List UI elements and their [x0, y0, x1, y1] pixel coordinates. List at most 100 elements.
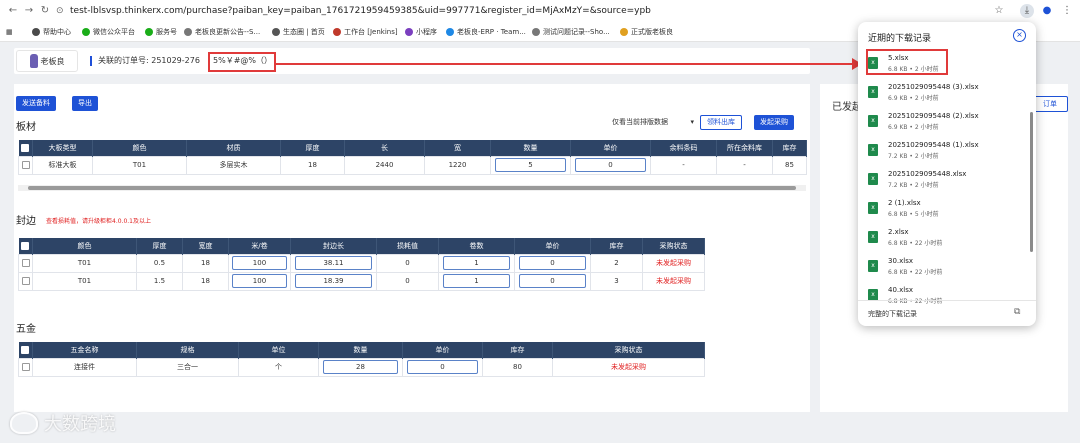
hardware-table: 五金名称 规格 单位 数量 单价 库存 采购状态 连接件 三合一 个 28 0 …: [18, 342, 705, 377]
send-material-button[interactable]: 发送备料: [16, 96, 56, 111]
open-external-icon[interactable]: ⧉: [1014, 307, 1020, 317]
downloads-scrollbar[interactable]: [1030, 112, 1033, 252]
order-header: 老板良 关联的订单号: 251029-276 5%￥#@%（）: [14, 48, 810, 74]
download-item[interactable]: x2 (1).xlsx 6.8 KB • 5 小时前: [868, 199, 1028, 223]
chevron-down-icon: ▾: [690, 118, 694, 126]
download-item[interactable]: x 20251029095448.xlsx 7.2 KB • 2 小时前: [868, 170, 1028, 194]
excel-file-icon: x: [868, 231, 878, 243]
download-item[interactable]: x 20251029095448 (1).xlsx 7.2 KB • 2 小时前: [868, 141, 1028, 165]
cell: T01: [32, 253, 137, 273]
horizontal-scrollbar[interactable]: [18, 185, 806, 191]
cell: -: [650, 155, 717, 175]
column-header: 大板类型: [32, 140, 93, 156]
bookmark-icon: [32, 28, 40, 36]
downloads-title: 近期的下载记录: [868, 34, 932, 44]
per-roll-input[interactable]: 100: [232, 256, 287, 270]
filter-select[interactable]: 仅看当前排版数据 ▾: [606, 115, 698, 130]
excel-file-icon: x: [868, 260, 878, 272]
bookmark-item[interactable]: 工作台 [Jenkins]: [333, 26, 398, 38]
price-input[interactable]: 0: [518, 256, 587, 270]
column-header: 所在余料库: [716, 140, 773, 156]
column-header: 厚度: [136, 238, 183, 254]
price-input[interactable]: 0: [406, 360, 479, 374]
bookmark-icon: [272, 28, 280, 36]
menu-icon[interactable]: ⋮: [1060, 4, 1074, 18]
quantity-input[interactable]: 28: [323, 360, 398, 374]
column-header: 数量: [318, 342, 403, 358]
site-info-icon[interactable]: ⊙: [56, 4, 68, 18]
bookmark-item[interactable]: 微信公众平台: [82, 26, 135, 38]
column-header: 米/卷: [228, 238, 291, 254]
download-icon[interactable]: ⤓: [1020, 4, 1034, 18]
highlight-box: [208, 52, 276, 72]
per-roll-input[interactable]: 100: [232, 274, 287, 288]
column-header: 五金名称: [32, 342, 137, 358]
column-header: 颜色: [32, 238, 137, 254]
cell: 80: [482, 357, 553, 377]
cell: -: [716, 155, 773, 175]
bookmark-item[interactable]: 测试问题记录--Sho...: [532, 26, 610, 38]
logo[interactable]: 老板良: [16, 50, 78, 72]
price-input[interactable]: 0: [518, 274, 587, 288]
row-checkbox[interactable]: [21, 259, 30, 267]
select-all-checkbox[interactable]: [21, 241, 30, 250]
scrollbar-thumb[interactable]: [28, 186, 796, 190]
rolls-input[interactable]: 1: [442, 274, 511, 288]
star-icon[interactable]: ☆: [992, 4, 1006, 18]
column-header: 封边长: [290, 238, 377, 254]
cell: T01: [32, 271, 137, 291]
row-checkbox[interactable]: [21, 363, 30, 371]
cell: 个: [238, 357, 319, 377]
address-bar[interactable]: test-lblsvsp.thinkerx.com/purchase?paiba…: [70, 4, 651, 18]
bookmark-item[interactable]: 帮助中心: [32, 26, 71, 38]
column-header: 库存: [482, 342, 553, 358]
download-item[interactable]: x 20251029095448 (3).xlsx 6.9 KB • 2 小时前: [868, 83, 1028, 107]
apps-icon[interactable]: ▦: [6, 26, 13, 38]
select-all-checkbox[interactable]: [21, 345, 30, 354]
excel-file-icon: x: [868, 115, 878, 127]
row-checkbox[interactable]: [21, 277, 30, 285]
row-checkbox[interactable]: [21, 161, 30, 169]
cell: 2440: [344, 155, 425, 175]
column-header: 损耗值: [376, 238, 439, 254]
annotation-arrow: [276, 63, 856, 65]
start-purchase-button[interactable]: 发起采购: [754, 115, 794, 130]
bookmark-item[interactable]: 正式版老板良: [620, 26, 673, 38]
highlight-box-download: [866, 49, 948, 75]
cell: 三合一: [136, 357, 239, 377]
reload-icon[interactable]: ↻: [38, 4, 52, 18]
price-input[interactable]: 0: [574, 158, 647, 172]
order-number: 关联的订单号: 251029-276: [98, 56, 200, 65]
bookmark-icon: [620, 28, 628, 36]
back-arrow-icon[interactable]: ←: [6, 4, 20, 18]
bookmark-item[interactable]: 服务号: [145, 26, 177, 38]
bookmark-item[interactable]: 老板良-ERP · Team...: [446, 26, 526, 38]
bookmark-icon: [532, 28, 540, 36]
watermark: 大数跨境: [10, 410, 116, 436]
pick-out-button[interactable]: 领料出库: [700, 115, 742, 130]
cell: 18: [182, 271, 229, 291]
bookmark-item[interactable]: 老板良更新公告--S...: [184, 26, 260, 38]
close-icon[interactable]: ×: [1013, 29, 1026, 42]
download-item[interactable]: x 2.xlsx 6.8 KB • 22 小时前: [868, 228, 1028, 252]
edge-table: 颜色 厚度 宽度 米/卷 封边长 损耗值 卷数 单价 库存 采购状态 T01 0…: [18, 238, 705, 291]
rolls-input[interactable]: 1: [442, 256, 511, 270]
watermark-logo-icon: [10, 412, 38, 434]
forward-arrow-icon[interactable]: →: [22, 4, 36, 18]
export-button[interactable]: 导出: [72, 96, 98, 111]
edge-length-input[interactable]: 38.11: [295, 256, 372, 270]
excel-file-icon: x: [868, 173, 878, 185]
quantity-input[interactable]: 5: [494, 158, 567, 172]
edge-length-input[interactable]: 18.39: [295, 274, 372, 288]
download-item[interactable]: x 30.xlsx 6.8 KB • 22 小时前: [868, 257, 1028, 281]
column-header: 余料条码: [650, 140, 717, 156]
board-section-title: 板材: [16, 122, 36, 133]
bookmark-item[interactable]: 生态圈 | 首页: [272, 26, 325, 38]
profile-icon[interactable]: ●: [1040, 4, 1054, 18]
column-header: 颜色: [92, 140, 187, 156]
downloads-footer[interactable]: 完整的下载记录 ⧉: [858, 300, 1036, 326]
download-item[interactable]: x 20251029095448 (2).xlsx 6.9 KB • 2 小时前: [868, 112, 1028, 136]
select-all-checkbox[interactable]: [21, 143, 30, 152]
order-button[interactable]: 订单: [1032, 96, 1068, 112]
bookmark-item[interactable]: 小程序: [405, 26, 437, 38]
